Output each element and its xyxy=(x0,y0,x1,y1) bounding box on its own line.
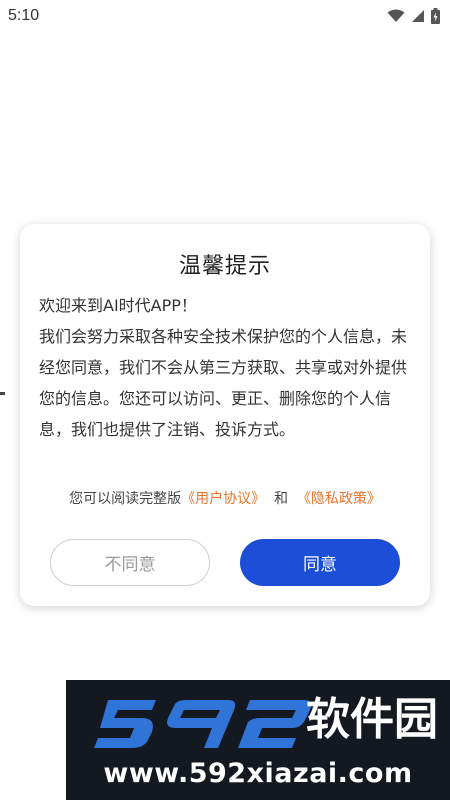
agree-button[interactable]: 同意 xyxy=(240,539,400,586)
signal-icon xyxy=(412,10,424,22)
status-time: 5:10 xyxy=(8,7,40,24)
status-bar: 5:10 xyxy=(0,0,450,32)
dialog-title: 温馨提示 xyxy=(178,254,271,279)
app-screen: 5:10 温馨提示 欢迎来到AI时代APP！ 我们会努力采取各种安全技术保护您的… xyxy=(0,0,450,800)
privacy-statement: 我们会努力采取各种安全技术保护您的个人信息，未经您同意，我们不会从第三方获取、共… xyxy=(39,327,408,439)
links-connector: 和 xyxy=(274,491,288,507)
privacy-dialog: 温馨提示 欢迎来到AI时代APP！ 我们会努力采取各种安全技术保护您的个人信息，… xyxy=(20,224,430,606)
disagree-button[interactable]: 不同意 xyxy=(50,539,210,586)
watermark-url: www.592xiazai.com xyxy=(103,758,413,789)
watermark-banner: 软件园 www.592xiazai.com xyxy=(66,680,450,800)
links-prefix: 您可以阅读完整版 xyxy=(69,491,182,507)
edge-marker xyxy=(0,392,5,395)
welcome-text: 欢迎来到AI时代APP！ xyxy=(39,296,197,315)
privacy-policy-link[interactable]: 《隐私政策》 xyxy=(297,491,381,507)
agreement-links-row: 您可以阅读完整版《用户协议》 和 《隐私政策》 xyxy=(20,488,430,508)
watermark-brand-text: 软件园 xyxy=(306,694,438,745)
dialog-body: 欢迎来到AI时代APP！ 我们会努力采取各种安全技术保护您的个人信息，未经您同意… xyxy=(39,290,415,445)
battery-icon xyxy=(431,8,440,24)
user-agreement-link[interactable]: 《用户协议》 xyxy=(181,491,265,507)
wifi-icon xyxy=(387,9,405,22)
status-icons xyxy=(387,8,440,24)
